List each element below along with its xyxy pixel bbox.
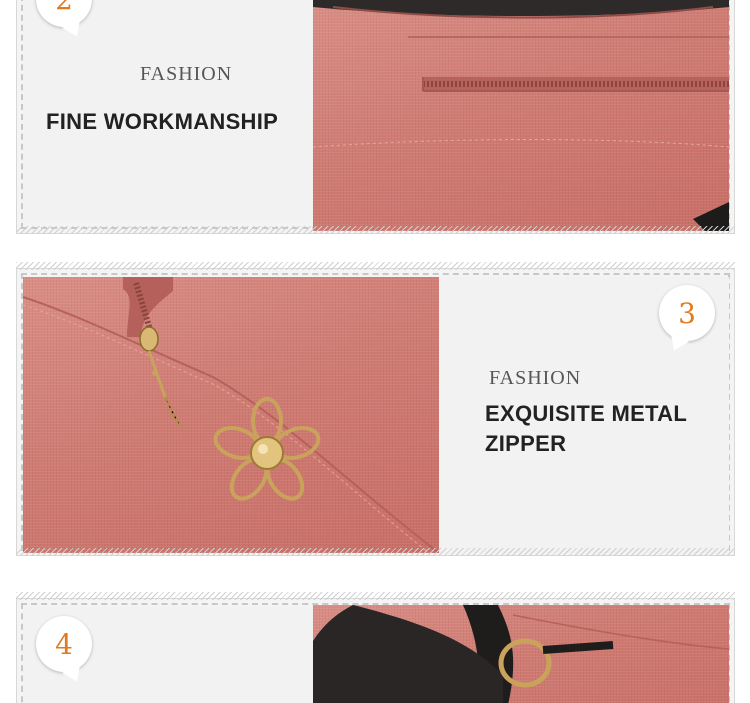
fabric-zipper-photo [313, 0, 729, 231]
feature-headline: FINE WORKMANSHIP [46, 109, 279, 134]
strap-ring-icon [313, 605, 729, 703]
step-number: 3 [678, 296, 696, 330]
feature-headline-line1: EXQUISITE METAL [485, 401, 688, 426]
feature-section-zipper: 3 FASHION EXQUISITE METAL ZIPPER [16, 268, 735, 556]
step-number: 2 [55, 0, 73, 16]
step-number-badge: 3 [659, 285, 715, 341]
step-number: 4 [55, 627, 73, 661]
section-divider [16, 592, 735, 600]
zipper-pocket-icon [313, 0, 729, 231]
feature-headline-line2: ZIPPER [485, 431, 567, 456]
product-detail-page: 2 FASHION FINE WORKMANSHIP [0, 0, 750, 703]
step-number-badge: 4 [36, 616, 92, 672]
section-divider [16, 262, 735, 270]
strap-ring-photo [313, 605, 729, 703]
fashion-kicker: FASHION [489, 367, 582, 389]
feature-section-strap: 4 [16, 598, 735, 703]
zipper-pull-photo [23, 277, 439, 553]
fashion-kicker: FASHION [140, 63, 233, 85]
section-divider [16, 548, 735, 556]
feature-section-workmanship: 2 FASHION FINE WORKMANSHIP [16, 0, 735, 234]
flower-zipper-pull-icon [23, 277, 439, 553]
section-divider [16, 226, 735, 234]
feature-headline: EXQUISITE METAL ZIPPER [485, 399, 687, 459]
